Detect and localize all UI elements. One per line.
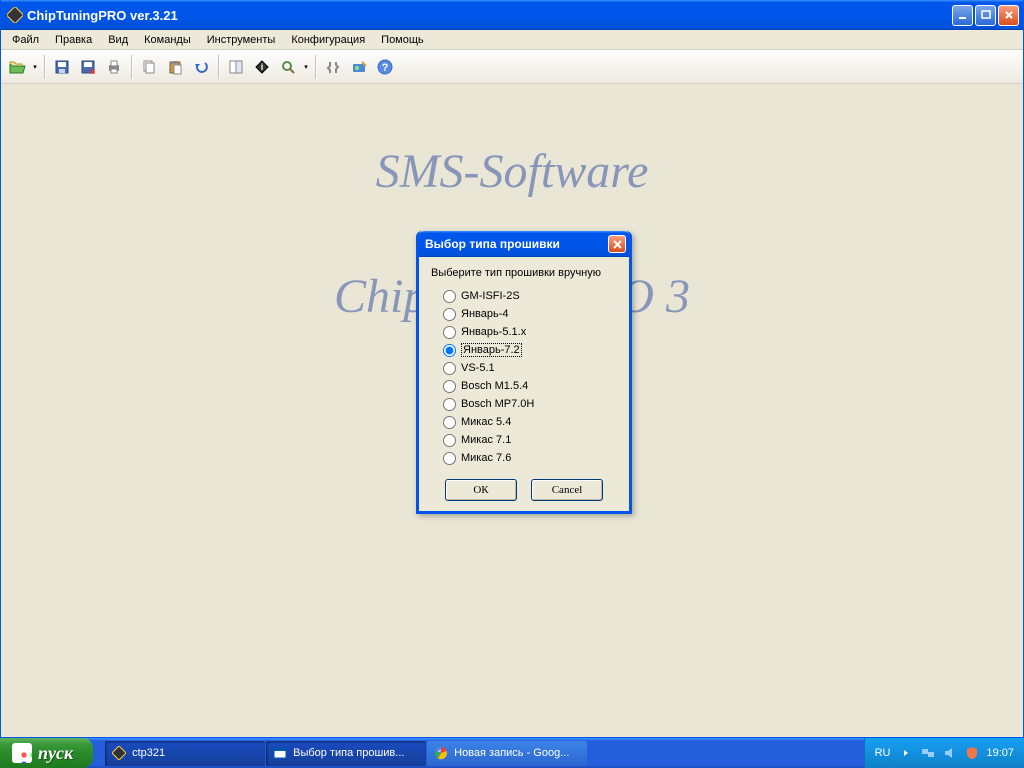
radio-group: GM-ISFI-2S Январь-4 Январь-5.1.x Январь-7.2… (431, 287, 617, 467)
minimize-button[interactable] (952, 5, 973, 26)
save-button[interactable] (50, 55, 74, 79)
radio-input[interactable] (443, 380, 456, 393)
copy-button[interactable] (137, 55, 161, 79)
radio-option[interactable]: GM-ISFI-2S (443, 287, 617, 305)
clock[interactable]: 19:07 (986, 747, 1014, 759)
task-item-chrome[interactable]: Новая запись - Goog... (427, 741, 587, 766)
show-hidden-icon[interactable] (898, 745, 914, 761)
cancel-button[interactable]: Cancel (531, 479, 603, 501)
window-title: ChipTuningPRO ver.3.21 (27, 8, 178, 23)
dialog-title: Выбор типа прошивки (425, 237, 560, 251)
radio-input[interactable] (443, 452, 456, 465)
ok-button[interactable]: ОК (445, 479, 517, 501)
svg-text:?: ? (382, 62, 389, 74)
search-dropdown[interactable]: ▾ (302, 55, 310, 79)
main-titlebar[interactable]: ChipTuningPRO ver.3.21 (1, 0, 1023, 30)
task-items: ctp321 Выбор типа прошив... Новая запись… (105, 741, 587, 766)
search-button[interactable] (276, 55, 300, 79)
chrome-icon (433, 745, 449, 761)
info-button[interactable]: i (250, 55, 274, 79)
menubar: Файл Правка Вид Команды Инструменты Конф… (1, 30, 1023, 50)
watermark-company: SMS-Software (2, 144, 1022, 199)
compare-button[interactable] (224, 55, 248, 79)
radio-label: Январь-4 (461, 308, 509, 320)
paste-button[interactable] (163, 55, 187, 79)
undo-button[interactable] (189, 55, 213, 79)
security-icon[interactable] (964, 745, 980, 761)
radio-label: Микас 7.6 (461, 452, 511, 464)
radio-option[interactable]: Bosch M1.5.4 (443, 377, 617, 395)
systray: RU 19:07 (864, 738, 1024, 768)
radio-option[interactable]: Январь-7.2 (443, 341, 617, 359)
menu-view[interactable]: Вид (101, 33, 135, 47)
radio-option[interactable]: Bosch MP7.0H (443, 395, 617, 413)
radio-input[interactable] (443, 416, 456, 429)
dialog-close-button[interactable] (608, 235, 626, 253)
network-icon[interactable] (920, 745, 936, 761)
radio-option[interactable]: Январь-4 (443, 305, 617, 323)
print-button[interactable] (102, 55, 126, 79)
menu-tools[interactable]: Инструменты (200, 33, 283, 47)
window-icon (272, 745, 288, 761)
svg-text:i: i (261, 62, 264, 72)
firmware-type-dialog: Выбор типа прошивки Выберите тип прошивк… (416, 231, 632, 514)
taskbar: пуск ctp321 Выбор типа прошив... Новая з… (0, 738, 1024, 768)
radio-input[interactable] (443, 344, 456, 357)
close-button[interactable] (998, 5, 1019, 26)
radio-option[interactable]: Микас 5.4 (443, 413, 617, 431)
settings-button[interactable] (321, 55, 345, 79)
radio-option[interactable]: VS-5.1 (443, 359, 617, 377)
radio-input[interactable] (443, 434, 456, 447)
radio-input[interactable] (443, 398, 456, 411)
radio-label: Микас 7.1 (461, 434, 511, 446)
radio-label: Микас 5.4 (461, 416, 511, 428)
dialog-titlebar[interactable]: Выбор типа прошивки (419, 231, 629, 257)
language-indicator[interactable]: RU (875, 747, 891, 759)
open-dropdown[interactable]: ▾ (31, 55, 39, 79)
task-item-dialog[interactable]: Выбор типа прошив... (266, 741, 426, 766)
connect-button[interactable] (347, 55, 371, 79)
radio-option[interactable]: Январь-5.1.x (443, 323, 617, 341)
help-button[interactable]: ? (373, 55, 397, 79)
menu-commands[interactable]: Команды (137, 33, 198, 47)
volume-icon[interactable] (942, 745, 958, 761)
save-as-button[interactable] (76, 55, 100, 79)
task-item-ctp321[interactable]: ctp321 (105, 741, 265, 766)
radio-input[interactable] (443, 308, 456, 321)
radio-input[interactable] (443, 362, 456, 375)
radio-input[interactable] (443, 326, 456, 339)
radio-label: Январь-5.1.x (461, 326, 526, 338)
toolbar: ▾ i ▾ ? (1, 50, 1023, 84)
start-button[interactable]: пуск (0, 738, 93, 768)
radio-label: VS-5.1 (461, 362, 495, 374)
open-button[interactable] (5, 55, 29, 79)
app-icon (7, 7, 23, 23)
radio-label: Bosch M1.5.4 (461, 380, 528, 392)
menu-edit[interactable]: Правка (48, 33, 99, 47)
radio-option[interactable]: Микас 7.1 (443, 431, 617, 449)
menu-config[interactable]: Конфигурация (284, 33, 372, 47)
radio-option[interactable]: Микас 7.6 (443, 449, 617, 467)
radio-label: Bosch MP7.0H (461, 398, 534, 410)
maximize-button[interactable] (975, 5, 996, 26)
radio-label: Январь-7.2 (461, 343, 522, 357)
dialog-prompt: Выберите тип прошивки вручную (431, 267, 617, 279)
radio-label: GM-ISFI-2S (461, 290, 520, 302)
menu-file[interactable]: Файл (5, 33, 46, 47)
menu-help[interactable]: Помощь (374, 33, 431, 47)
ctp-icon (111, 745, 127, 761)
radio-input[interactable] (443, 290, 456, 303)
